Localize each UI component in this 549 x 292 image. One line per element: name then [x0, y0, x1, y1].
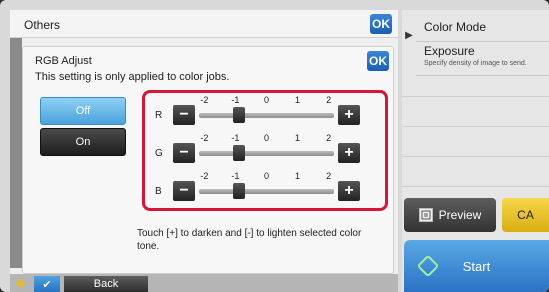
- divider: [402, 126, 549, 127]
- preview-icon: [418, 208, 433, 222]
- favorite-star-icon[interactable]: ★: [14, 276, 27, 290]
- ca-button[interactable]: CA: [502, 198, 549, 232]
- expand-arrow-icon[interactable]: ▶: [402, 29, 416, 43]
- ok-label: OK: [372, 17, 390, 31]
- scale-tick-label: -1: [231, 171, 240, 181]
- off-label: Off: [75, 105, 91, 117]
- scale-tick-label: -2: [200, 171, 209, 181]
- scale-tick-label: 2: [326, 133, 332, 143]
- off-button[interactable]: Off: [40, 97, 126, 125]
- ca-label: CA: [517, 208, 534, 222]
- channel-label: G: [155, 148, 163, 159]
- slider-row-r: R − -2 -1 0 1 2 +: [145, 93, 385, 129]
- start-icon: [416, 254, 440, 278]
- scale-tick-label: 1: [295, 171, 301, 181]
- back-button[interactable]: Back: [64, 276, 148, 292]
- b-slider-track[interactable]: [199, 189, 334, 194]
- scale-tick-label: 2: [326, 171, 332, 181]
- divider: [402, 96, 549, 97]
- back-label: Back: [93, 278, 119, 290]
- start-button[interactable]: Start: [404, 240, 549, 292]
- scale-tick-label: 2: [326, 95, 332, 105]
- divider: [402, 156, 549, 157]
- rgb-adjust-title: RGB Adjust: [35, 55, 92, 67]
- menu-item-color-mode[interactable]: Color Mode: [416, 20, 549, 42]
- plus-icon: +: [344, 144, 354, 161]
- minus-icon: −: [179, 144, 189, 161]
- slider-row-b: B − -2 -1 0 1 2 +: [145, 169, 385, 205]
- ok-label: OK: [369, 54, 387, 68]
- menu-item-subtitle: Specify density of image to send.: [424, 60, 527, 67]
- g-plus-button[interactable]: +: [338, 143, 360, 163]
- r-plus-button[interactable]: +: [338, 105, 360, 125]
- rgb-adjust-dialog: RGB Adjust OK This setting is only appli…: [22, 46, 394, 274]
- scale-tick-label: -2: [200, 133, 209, 143]
- r-minus-button[interactable]: −: [173, 105, 195, 125]
- preview-button[interactable]: Preview: [404, 198, 496, 232]
- scale-tick-label: 1: [295, 95, 301, 105]
- others-ok-button[interactable]: OK: [370, 14, 392, 34]
- scale-tick-label: 0: [263, 171, 270, 181]
- scale-tick-label: 0: [263, 133, 270, 143]
- plus-icon: +: [344, 106, 354, 123]
- rgb-adjust-description: This setting is only applied to color jo…: [35, 71, 230, 83]
- scale-tick-label: 1: [295, 133, 301, 143]
- start-label: Start: [462, 258, 491, 274]
- channel-label: R: [155, 110, 163, 121]
- minus-icon: −: [179, 106, 189, 123]
- screen: ▶ Color Mode Exposure Specify density of…: [0, 0, 549, 292]
- on-button[interactable]: On: [40, 128, 126, 156]
- scale-labels: -2 -1 0 1 2: [199, 171, 334, 183]
- r-slider-track[interactable]: [199, 113, 334, 118]
- g-minus-button[interactable]: −: [173, 143, 195, 163]
- r-slider-handle[interactable]: [233, 107, 245, 123]
- scale-labels: -2 -1 0 1 2: [199, 95, 334, 107]
- b-slider-handle[interactable]: [233, 183, 245, 199]
- hint-text: Touch [+] to darken and [-] to lighten s…: [137, 228, 362, 252]
- others-header: Others OK: [10, 10, 398, 38]
- rgb-slider-group: R − -2 -1 0 1 2 + G − -2 -1 0 1 2 + B − …: [142, 90, 388, 211]
- rgb-ok-button[interactable]: OK: [367, 51, 389, 71]
- divider: [402, 186, 549, 187]
- minus-icon: −: [179, 182, 189, 199]
- others-title: Others: [24, 18, 61, 32]
- menu-item-title: Color Mode: [424, 20, 487, 34]
- g-slider-handle[interactable]: [233, 145, 245, 161]
- scale-tick-label: -1: [231, 133, 240, 143]
- channel-label: B: [155, 186, 162, 197]
- preview-label: Preview: [438, 208, 482, 222]
- b-plus-button[interactable]: +: [338, 181, 360, 201]
- b-minus-button[interactable]: −: [173, 181, 195, 201]
- plus-icon: +: [344, 182, 354, 199]
- check-icon[interactable]: ✔: [34, 276, 60, 292]
- menu-item-title: Exposure: [424, 44, 475, 58]
- on-label: On: [75, 136, 91, 148]
- menu-item-exposure[interactable]: Exposure Specify density of image to sen…: [416, 42, 549, 76]
- scale-tick-label: -2: [200, 95, 209, 105]
- scale-labels: -2 -1 0 1 2: [199, 133, 334, 145]
- side-strip: [10, 38, 22, 268]
- scale-tick-label: -1: [231, 95, 240, 105]
- slider-row-g: G − -2 -1 0 1 2 +: [145, 131, 385, 167]
- g-slider-track[interactable]: [199, 151, 334, 156]
- scale-tick-label: 0: [263, 95, 270, 105]
